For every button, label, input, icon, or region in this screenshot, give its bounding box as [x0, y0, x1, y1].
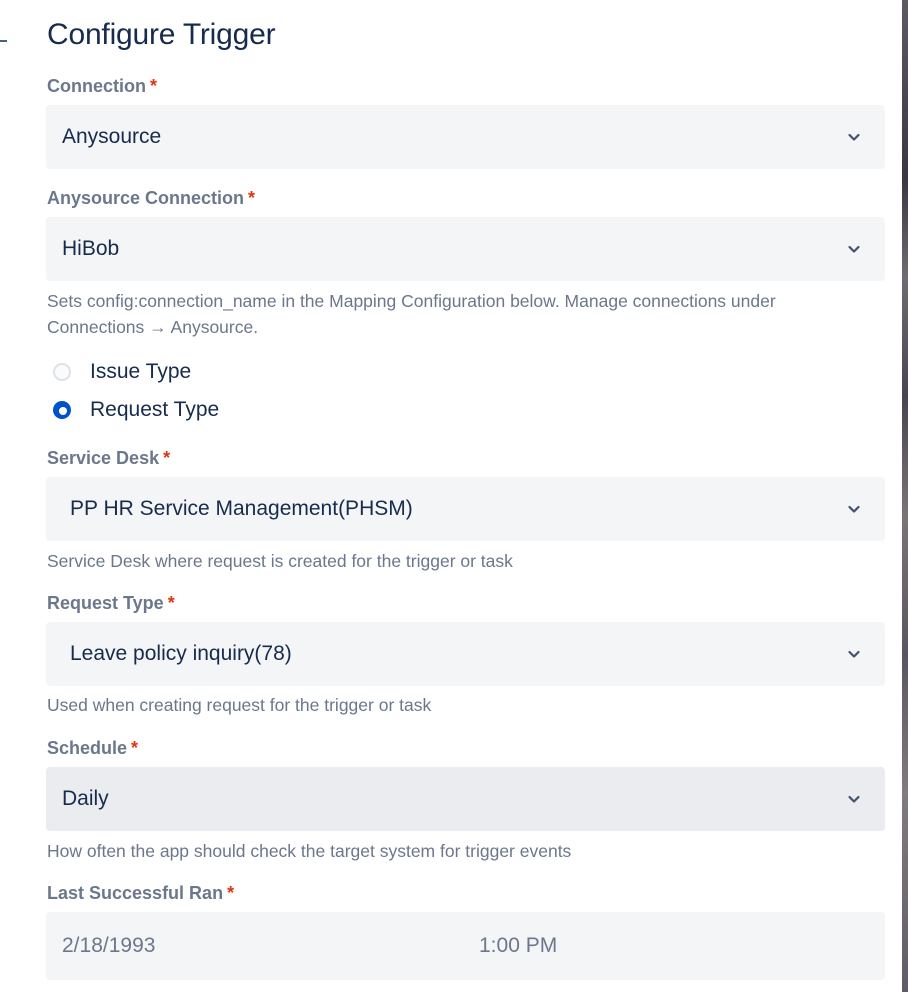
required-marker: *: [150, 76, 158, 96]
anysource-connection-help: Sets config:connection_name in the Mappi…: [47, 291, 776, 337]
connection-select[interactable]: Anysource: [46, 105, 885, 169]
request-type-help: Used when creating request for the trigg…: [47, 695, 432, 715]
last-successful-ran-field: 2/18/1993 1:00 PM: [46, 912, 885, 980]
required-marker: *: [227, 883, 235, 903]
service-desk-help: Service Desk where request is created fo…: [47, 551, 513, 571]
request-type-label-text: Request Type: [47, 593, 164, 613]
chevron-down-icon: [848, 505, 860, 513]
required-marker: *: [163, 448, 171, 468]
radio-issue-type-label: Issue Type: [90, 360, 192, 383]
connection-select-value: Anysource: [62, 125, 162, 148]
chevron-down-icon: [848, 650, 860, 658]
schedule-select-value: Daily: [62, 787, 109, 810]
request-type-select-value: Leave policy inquiry(78): [70, 642, 292, 665]
radio-unchecked-icon[interactable]: [53, 363, 71, 381]
anysource-connection-label-text: Anysource Connection: [47, 188, 245, 208]
chevron-down-icon: [848, 795, 860, 803]
last-successful-ran-label: Last Successful Ran *: [47, 883, 234, 904]
service-desk-label: Service Desk *: [47, 448, 170, 469]
schedule-select[interactable]: Daily: [46, 767, 885, 831]
radio-request-type[interactable]: Request Type: [53, 395, 219, 425]
service-desk-label-text: Service Desk: [47, 448, 160, 468]
anysource-connection-select[interactable]: HiBob: [46, 217, 885, 281]
service-desk-select[interactable]: PP HR Service Management(PHSM): [46, 477, 885, 541]
chevron-down-icon: [848, 133, 860, 141]
background-edge: [902, 0, 908, 992]
radio-checked-icon[interactable]: [53, 401, 71, 419]
chevron-down-icon: [848, 245, 860, 253]
request-type-label: Request Type *: [47, 593, 175, 614]
schedule-help: How often the app should check the targe…: [47, 841, 572, 861]
anysource-connection-label: Anysource Connection *: [47, 188, 255, 209]
panel-edge-dash: [0, 40, 7, 42]
schedule-label: Schedule *: [47, 738, 138, 759]
service-desk-select-value: PP HR Service Management(PHSM): [70, 497, 413, 520]
required-marker: *: [167, 593, 175, 613]
anysource-connection-select-value: HiBob: [62, 237, 120, 260]
request-type-select[interactable]: Leave policy inquiry(78): [46, 622, 885, 686]
radio-request-type-label: Request Type: [90, 398, 220, 421]
last-successful-ran-label-text: Last Successful Ran: [47, 883, 224, 903]
radio-issue-type[interactable]: Issue Type: [53, 357, 191, 387]
required-marker: *: [248, 188, 256, 208]
required-marker: *: [131, 738, 139, 758]
schedule-label-text: Schedule: [47, 738, 128, 758]
last-successful-ran-date-input[interactable]: 2/18/1993: [62, 934, 155, 958]
page-title: Configure Trigger: [47, 18, 276, 51]
last-successful-ran-time-input[interactable]: 1:00 PM: [479, 934, 557, 958]
connection-label: Connection *: [47, 76, 157, 97]
connection-label-text: Connection: [47, 76, 146, 96]
configure-trigger-panel: Configure Trigger Connection * Anysource …: [0, 0, 908, 992]
